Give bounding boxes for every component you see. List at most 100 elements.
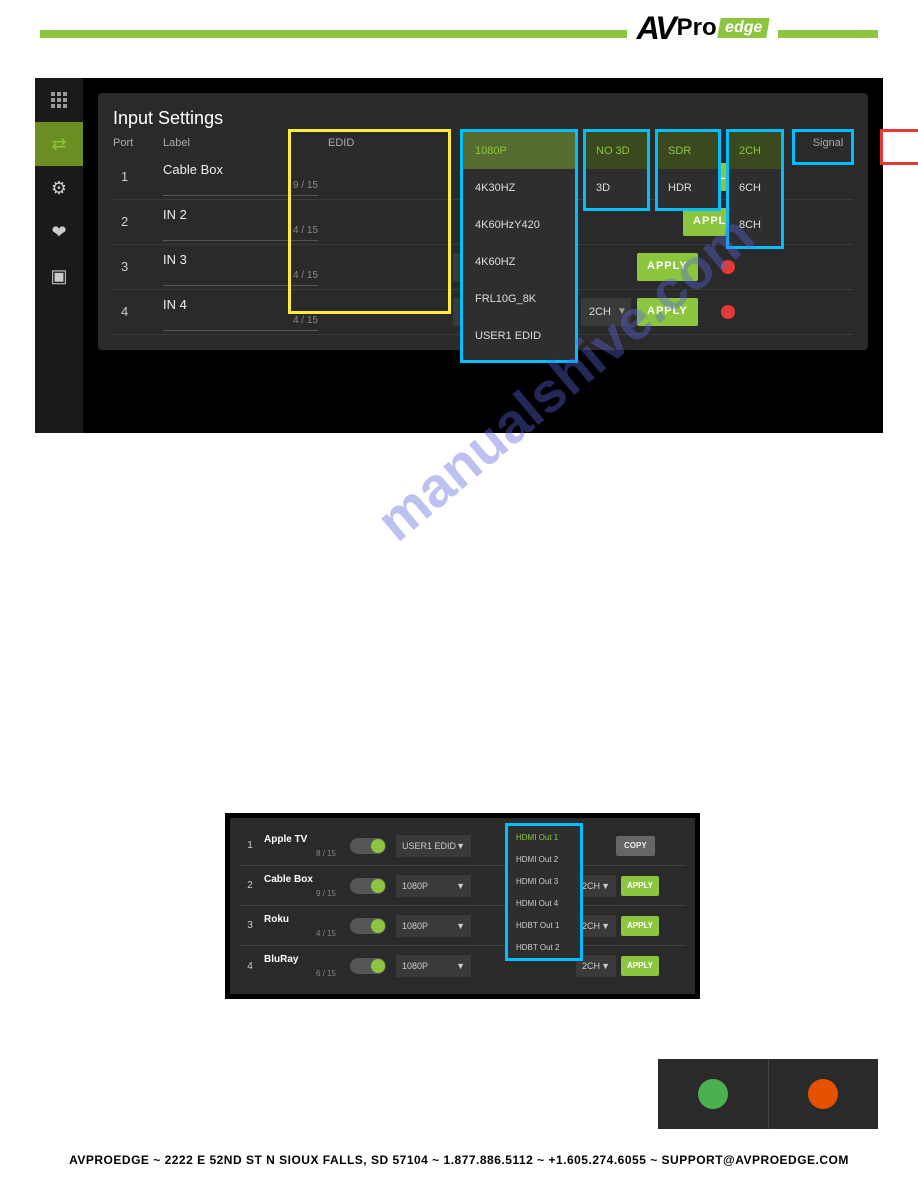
- ch-dropdown-list[interactable]: 2CH 6CH 8CH: [726, 129, 784, 249]
- edid-option[interactable]: 4K60HZ: [463, 243, 575, 280]
- chevron-down-icon: ▼: [456, 841, 465, 851]
- label-input[interactable]: Apple TV8 / 15: [260, 834, 340, 858]
- port-number: 1: [240, 840, 260, 851]
- signal-cell: [708, 305, 748, 319]
- port-number: 3: [240, 920, 260, 931]
- sidebar-grid-icon[interactable]: [35, 78, 83, 122]
- select-value: 1080P: [402, 921, 428, 931]
- label-input[interactable]: Cable Box9 / 15: [260, 874, 340, 898]
- sidebar: ⇄ ⚙ ❤ ▣: [35, 78, 83, 433]
- output-option[interactable]: HDMI Out 4: [508, 892, 580, 914]
- dropdown-value: 2CH: [589, 306, 611, 318]
- chevron-down-icon: ▼: [456, 921, 465, 931]
- enable-toggle[interactable]: [350, 838, 386, 854]
- port-number: 4: [113, 304, 163, 319]
- header-label: Label: [163, 138, 328, 149]
- label-input[interactable]: IN 3 4 / 15: [163, 248, 318, 286]
- 3d-option[interactable]: 3D: [586, 169, 647, 206]
- output-option[interactable]: HDBT Out 2: [508, 936, 580, 958]
- edid-select[interactable]: 1080P ▼: [396, 875, 471, 897]
- label-text: IN 3: [163, 252, 318, 267]
- apply-button[interactable]: APPLY: [621, 956, 659, 976]
- enable-toggle[interactable]: [350, 878, 386, 894]
- chevron-down-icon: ▼: [617, 306, 627, 317]
- terminal-icon: ▣: [50, 266, 67, 287]
- app-screenshot-2: 1 Apple TV8 / 15 USER1 EDID▼ COPY 2 Cabl…: [225, 813, 700, 999]
- logo-av: AV: [637, 12, 675, 44]
- hdr-option[interactable]: SDR: [658, 132, 718, 169]
- sidebar-settings-icon[interactable]: ⚙: [35, 166, 83, 210]
- dropdown-ch[interactable]: 2CH ▼: [581, 298, 631, 326]
- output-option[interactable]: HDMI Out 1: [508, 826, 580, 848]
- copy-row-1: 1 Apple TV8 / 15 USER1 EDID▼ COPY: [240, 826, 685, 866]
- ch-option[interactable]: 8CH: [729, 206, 781, 243]
- label-input[interactable]: BluRay6 / 15: [260, 954, 340, 978]
- edid-select[interactable]: 1080P ▼: [396, 915, 471, 937]
- logo-pro: Pro: [677, 16, 717, 40]
- logo: AV Pro edge: [627, 12, 778, 44]
- label-count: 9 / 15: [264, 889, 336, 898]
- sidebar-health-icon[interactable]: ❤: [35, 210, 83, 254]
- port-number: 3: [113, 259, 163, 274]
- output-dropdown-list[interactable]: HDMI Out 1 HDMI Out 2 HDMI Out 3 HDMI Ou…: [505, 823, 583, 961]
- select-value: 1080P: [402, 881, 428, 891]
- label-count: 4 / 15: [264, 929, 336, 938]
- label-input[interactable]: Roku 4 / 15: [260, 914, 340, 938]
- port-number: 2: [240, 880, 260, 891]
- output-option[interactable]: HDMI Out 3: [508, 870, 580, 892]
- apply-button[interactable]: APPLY: [621, 876, 659, 896]
- label-count: 4 / 15: [163, 315, 318, 326]
- edid-option[interactable]: 4K30HZ: [463, 169, 575, 206]
- edid-select[interactable]: 1080P▼: [396, 955, 471, 977]
- chevron-down-icon: ▼: [601, 961, 610, 971]
- red-dot-icon: [808, 1079, 838, 1109]
- legend-green: [658, 1059, 768, 1129]
- hdr-dropdown-list[interactable]: SDR HDR: [655, 129, 721, 211]
- copy-button[interactable]: COPY: [616, 836, 655, 856]
- label-text: IN 4: [163, 297, 318, 312]
- 3d-option[interactable]: NO 3D: [586, 132, 647, 169]
- legend-red: [769, 1059, 879, 1129]
- label-input[interactable]: IN 2 4 / 15: [163, 203, 318, 241]
- ch-option[interactable]: 2CH: [729, 132, 781, 169]
- copy-row-3: 3 Roku4 / 15 1080P▼ 2CH▼ APPLY: [240, 906, 685, 946]
- apply-button[interactable]: APPLY: [621, 916, 659, 936]
- output-option[interactable]: HDBT Out 1: [508, 914, 580, 936]
- copy-row-2: 2 Cable Box9 / 15 1080P▼ 2CH▼ APPLY: [240, 866, 685, 906]
- label-count: 9 / 15: [163, 180, 318, 191]
- label-input[interactable]: Cable Box 9 / 15: [163, 158, 318, 196]
- edid-select[interactable]: USER1 EDID▼: [396, 835, 471, 857]
- copy-panel: 1 Apple TV8 / 15 USER1 EDID▼ COPY 2 Cabl…: [230, 818, 695, 994]
- edid-option[interactable]: FRL10G_8K: [463, 280, 575, 317]
- chevron-down-icon: ▼: [456, 961, 465, 971]
- signal-cell: [708, 260, 748, 274]
- label-text: IN 2: [163, 207, 318, 222]
- ch-option[interactable]: 6CH: [729, 169, 781, 206]
- chevron-down-icon: ▼: [601, 921, 610, 931]
- label-count: 8 / 15: [264, 849, 336, 858]
- apply-button[interactable]: APPLY: [637, 253, 698, 281]
- label-text: Roku: [264, 914, 336, 926]
- sidebar-routing-icon[interactable]: ⇄: [35, 122, 83, 166]
- enable-toggle[interactable]: [350, 918, 386, 934]
- port-number: 2: [113, 214, 163, 229]
- header-signal: Signal: [803, 138, 853, 149]
- edid-option[interactable]: 4K60HzY420: [463, 206, 575, 243]
- copy-row-4: 4 BluRay6 / 15 1080P▼ 2CH▼ APPLY: [240, 946, 685, 986]
- edid-option[interactable]: 1080P: [463, 132, 575, 169]
- enable-toggle[interactable]: [350, 958, 386, 974]
- signal-dot: [721, 260, 735, 274]
- edid-option[interactable]: USER1 EDID: [463, 317, 575, 354]
- chevron-down-icon: ▼: [601, 881, 610, 891]
- sidebar-terminal-icon[interactable]: ▣: [35, 254, 83, 298]
- edid-dropdown-list[interactable]: 1080P 4K30HZ 4K60HzY420 4K60HZ FRL10G_8K…: [460, 129, 578, 363]
- logo-edge: edge: [717, 18, 770, 38]
- label-input[interactable]: IN 4 4 / 15: [163, 293, 318, 331]
- output-option[interactable]: HDMI Out 2: [508, 848, 580, 870]
- apply-button[interactable]: APPLY: [637, 298, 698, 326]
- chevron-down-icon: ▼: [456, 881, 465, 891]
- hdr-option[interactable]: HDR: [658, 169, 718, 206]
- 3d-dropdown-list[interactable]: NO 3D 3D: [583, 129, 650, 211]
- green-dot-icon: [698, 1079, 728, 1109]
- gear-icon: ⚙: [51, 178, 67, 199]
